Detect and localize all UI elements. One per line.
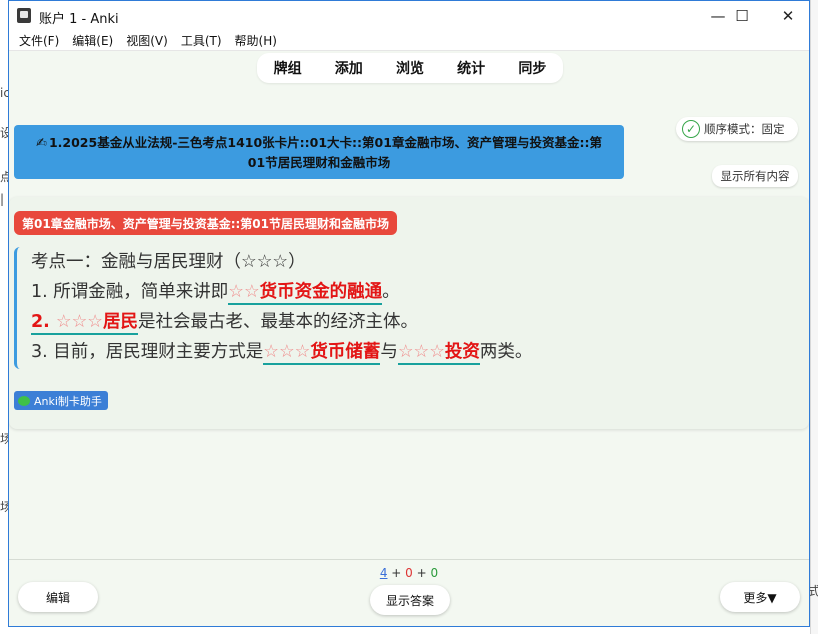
line-text: 3. 目前，居民理财主要方式是 xyxy=(31,342,264,362)
cloze-highlight: 2. ☆☆☆居民 xyxy=(31,312,138,335)
window-title: 账户 1 - Anki xyxy=(39,12,119,27)
cloze-term: 投资 xyxy=(444,342,480,362)
bottom-bar: 4 + 0 + 0 编辑 显示答案 更多▼ xyxy=(9,559,809,626)
toolbar-stats[interactable]: 统计 xyxy=(451,58,491,78)
anki-app-icon xyxy=(17,8,31,23)
menu-file[interactable]: 文件(F) xyxy=(19,32,59,49)
cloze-highlight: ☆☆货币资金的融通 xyxy=(228,282,383,305)
maximize-button[interactable]: ☐ xyxy=(719,1,765,31)
close-icon: ✕ xyxy=(781,7,795,25)
show-answer-button[interactable]: 显示答案 xyxy=(370,585,450,615)
line-text: 。 xyxy=(382,282,400,302)
learn-count: 0 xyxy=(405,566,413,580)
wechat-icon xyxy=(18,395,30,406)
show-all-button[interactable]: 显示所有内容 xyxy=(712,165,798,187)
menu-view[interactable]: 视图(V) xyxy=(126,32,168,49)
line-text: 是社会最古老、最基本的经济主体。 xyxy=(138,312,418,332)
title-bar[interactable]: 账户 1 - Anki — ☐ ✕ xyxy=(9,1,809,31)
background-window: 式 xyxy=(808,0,818,634)
anki-window: 账户 1 - Anki — ☐ ✕ 文件(F) 编辑(E) 视图(V) 工具(T… xyxy=(8,0,810,627)
chapter-tag: 第01章金融市场、资产管理与投资基金::第01节居民理财和金融市场 xyxy=(14,211,397,235)
toolbar-add[interactable]: 添加 xyxy=(329,58,369,78)
menu-tools[interactable]: 工具(T) xyxy=(181,32,222,49)
edit-button[interactable]: 编辑 xyxy=(18,582,98,612)
toolbar-browse[interactable]: 浏览 xyxy=(390,58,430,78)
menu-edit[interactable]: 编辑(E) xyxy=(72,32,113,49)
pencil-icon: ✍ xyxy=(36,135,47,151)
card-heading: 考点一：金融与居民理财（☆☆☆） xyxy=(31,252,306,272)
card-line-2: 2. ☆☆☆居民是社会最古老、最基本的经济主体。 xyxy=(31,307,604,337)
deck-path-text: 1.2025基金从业法规-三色考点1410张卡片::01大卡::第01章金融市场… xyxy=(48,134,602,170)
card-line-3: 3. 目前，居民理财主要方式是☆☆☆货币储蓄与☆☆☆投资两类。 xyxy=(31,337,604,367)
top-toolbar: 牌组 添加 浏览 统计 同步 xyxy=(257,53,563,83)
line-text: 1. 所谓金融，简单来讲即 xyxy=(31,282,229,302)
star-rating: ☆☆☆ xyxy=(397,342,445,362)
cloze-term: 货币储蓄 xyxy=(310,342,381,362)
cloze-highlight: ☆☆☆货币储蓄 xyxy=(263,342,381,365)
check-icon: ✓ xyxy=(682,120,700,138)
order-mode-label: 顺序模式：固定 xyxy=(704,122,785,136)
cloze-term: 居民 xyxy=(103,312,138,332)
card-content: 考点一：金融与居民理财（☆☆☆） 1. 所谓金融，简单来讲即☆☆货币资金的融通。… xyxy=(14,247,604,369)
menu-help[interactable]: 帮助(H) xyxy=(235,32,277,49)
anki-helper-badge[interactable]: Anki制卡助手 xyxy=(14,391,108,410)
due-counts: 4 + 0 + 0 xyxy=(9,566,809,580)
toolbar-sync[interactable]: 同步 xyxy=(512,58,552,78)
card-line-1: 1. 所谓金融，简单来讲即☆☆货币资金的融通。 xyxy=(31,277,604,307)
cloze-highlight: ☆☆☆投资 xyxy=(397,342,480,365)
star-rating: ☆☆☆ xyxy=(263,342,311,362)
helper-badge-label: Anki制卡助手 xyxy=(34,394,102,408)
star-rating: ☆☆ xyxy=(228,282,260,302)
line-text: 两类。 xyxy=(479,342,533,362)
review-count: 0 xyxy=(430,566,439,580)
cloze-term: 货币资金的融通 xyxy=(259,282,383,302)
star-rating: ☆☆☆ xyxy=(55,312,103,332)
menu-bar: 文件(F) 编辑(E) 视图(V) 工具(T) 帮助(H) xyxy=(9,31,809,51)
toolbar-decks[interactable]: 牌组 xyxy=(268,58,308,78)
count-separator: + xyxy=(387,566,406,580)
count-separator: + xyxy=(412,566,431,580)
deck-path-banner: ✍ 1.2025基金从业法规-三色考点1410张卡片::01大卡::第01章金融市… xyxy=(14,125,624,179)
more-button[interactable]: 更多▼ xyxy=(720,582,800,612)
maximize-icon: ☐ xyxy=(735,7,749,25)
line-number: 2. xyxy=(31,312,56,332)
line-text: 与 xyxy=(380,342,398,362)
order-mode-indicator[interactable]: ✓ 顺序模式：固定 xyxy=(676,117,798,141)
close-button[interactable]: ✕ xyxy=(765,1,809,31)
